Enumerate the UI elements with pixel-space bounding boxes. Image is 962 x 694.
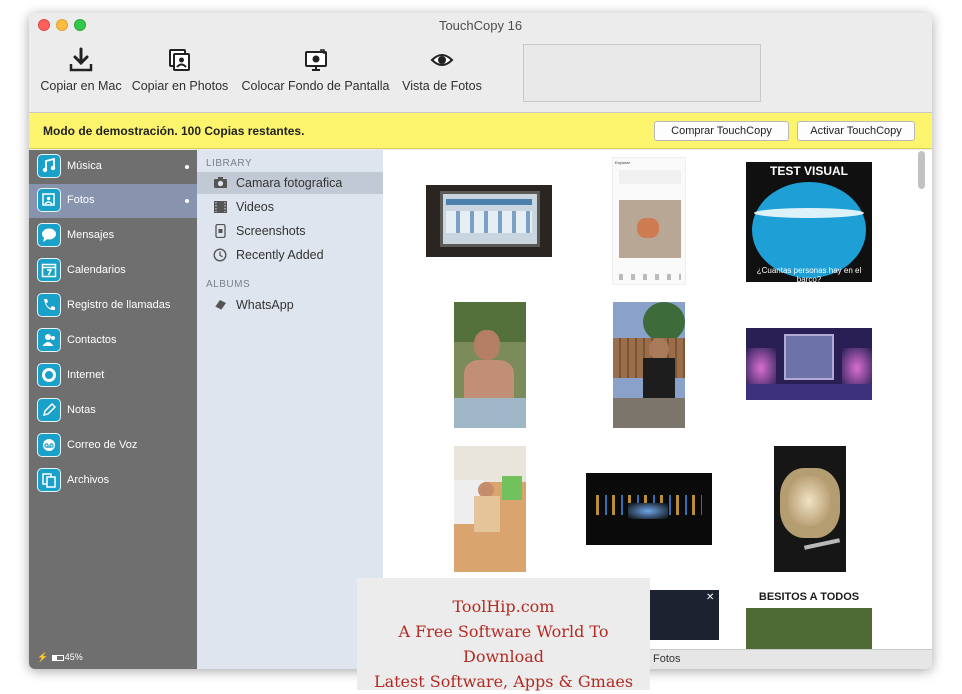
sidebar-item-fotos[interactable]: Fotos bbox=[29, 184, 197, 218]
sidebar-item-label: Música bbox=[67, 160, 102, 172]
sidebar-item-internet[interactable]: Internet bbox=[29, 359, 197, 393]
test-visual-question: ¿Cuantas personas hay en el barco? bbox=[756, 266, 862, 282]
albums-heading: ALBUMS bbox=[206, 279, 251, 290]
photo-thumbnail[interactable]: TEST VISUAL ¿Cuantas personas hay en el … bbox=[746, 162, 872, 282]
sidebar-item-label: Correo de Voz bbox=[67, 439, 138, 451]
library-item-label: Camara fotografica bbox=[236, 176, 343, 190]
besitos-caption: BESITOS A TODOS bbox=[758, 591, 860, 603]
calendar-icon bbox=[37, 258, 61, 282]
device-status-box bbox=[523, 44, 761, 102]
library-item-label: Recently Added bbox=[236, 248, 324, 262]
wallpaper-icon bbox=[304, 49, 327, 71]
copy-to-photos-label: Copiar en Photos bbox=[131, 79, 229, 93]
photos-icon bbox=[169, 49, 190, 71]
library-heading: LIBRARY bbox=[206, 158, 253, 169]
sidebar-item-archivos[interactable]: Archivos bbox=[29, 464, 197, 498]
photo-thumbnail[interactable] bbox=[426, 185, 552, 257]
eye-icon bbox=[430, 54, 454, 66]
sidebar-item-label: Registro de llamadas bbox=[67, 299, 171, 311]
view-photos-button[interactable]: Vista de Fotos bbox=[398, 47, 486, 93]
album-item-label: WhatsApp bbox=[236, 298, 294, 312]
sidebar-item-correo-de-voz[interactable]: Correo de Voz bbox=[29, 429, 197, 463]
clock-icon bbox=[213, 248, 227, 262]
photo-thumbnail[interactable] bbox=[454, 446, 526, 572]
sidebar-item-registro-de-llamadas[interactable]: Registro de llamadas bbox=[29, 289, 197, 323]
copy-to-mac-button[interactable]: Copiar en Mac bbox=[35, 47, 127, 93]
library-item-label: Screenshots bbox=[236, 224, 306, 238]
sidebar-item-mensajes[interactable]: Mensajes bbox=[29, 219, 197, 253]
watermark-overlay: ToolHip.com A Free Software World To Dow… bbox=[357, 578, 650, 691]
voicemail-icon bbox=[37, 433, 61, 457]
library-item-label: Videos bbox=[236, 200, 274, 214]
photo-gallery: Explorar TEST VISUAL ¿Cuantas personas h… bbox=[383, 150, 932, 649]
category-sidebar: Música Fotos Mensajes Calendarios Regist… bbox=[29, 150, 197, 669]
phone-icon bbox=[37, 293, 61, 317]
message-icon bbox=[37, 223, 61, 247]
files-icon bbox=[37, 468, 61, 492]
photo-thumbnail[interactable] bbox=[613, 302, 685, 428]
photo-thumbnail[interactable]: Explorar bbox=[612, 157, 686, 285]
film-icon bbox=[214, 201, 227, 213]
sidebar-item-musica[interactable]: Música bbox=[29, 150, 197, 184]
sync-dot bbox=[185, 199, 189, 203]
photo-icon bbox=[37, 188, 61, 212]
set-wallpaper-label: Colocar Fondo de Pantalla bbox=[241, 79, 390, 93]
sidebar-item-label: Archivos bbox=[67, 474, 110, 486]
watermark-line-3: Latest Software, Apps & Gmaes bbox=[373, 672, 634, 691]
demo-banner: Modo de demostración. 100 Copias restant… bbox=[29, 113, 932, 149]
window-title: TouchCopy 16 bbox=[438, 18, 523, 33]
library-item-camara-fotografica[interactable]: Camara fotografica bbox=[197, 172, 383, 194]
watermark-line-1: ToolHip.com bbox=[452, 597, 555, 616]
app-window: TouchCopy 16 Copiar en Mac Copiar en Pho… bbox=[29, 13, 932, 669]
copy-to-mac-label: Copiar en Mac bbox=[40, 79, 122, 93]
battery-icon bbox=[51, 654, 64, 661]
music-icon bbox=[37, 154, 61, 178]
battery-indicator: ⚡ 45% bbox=[37, 652, 83, 663]
phone-screen-icon bbox=[215, 224, 226, 238]
sidebar-item-label: Calendarios bbox=[67, 264, 126, 276]
screenshot-caption: Explorar bbox=[615, 160, 630, 165]
sidebar-item-label: Notas bbox=[67, 404, 96, 416]
sidebar-item-calendarios[interactable]: Calendarios bbox=[29, 254, 197, 288]
library-item-recently-added[interactable]: Recently Added bbox=[197, 244, 383, 266]
library-item-videos[interactable]: Videos bbox=[197, 196, 383, 218]
titlebar: TouchCopy 16 Copiar en Mac Copiar en Pho… bbox=[29, 13, 932, 113]
contacts-icon bbox=[37, 328, 61, 352]
activate-touchcopy-button[interactable]: Activar TouchCopy bbox=[797, 121, 915, 141]
library-item-screenshots[interactable]: Screenshots bbox=[197, 220, 383, 242]
album-item-whatsapp[interactable]: WhatsApp bbox=[197, 294, 383, 316]
sidebar-item-label: Internet bbox=[67, 369, 105, 381]
internet-icon bbox=[37, 363, 61, 387]
sidebar-item-label: Fotos bbox=[67, 194, 95, 206]
charging-icon: ⚡ bbox=[37, 652, 49, 662]
view-photos-label: Vista de Fotos bbox=[402, 79, 482, 93]
sync-dot bbox=[185, 165, 189, 169]
photo-thumbnail[interactable] bbox=[586, 473, 712, 545]
close-icon: ✕ bbox=[706, 592, 715, 603]
buy-touchcopy-button[interactable]: Comprar TouchCopy bbox=[654, 121, 789, 141]
download-icon bbox=[69, 47, 93, 72]
photo-thumbnail[interactable] bbox=[746, 328, 872, 400]
sidebar-item-label: Mensajes bbox=[67, 229, 115, 241]
battery-percent: 45% bbox=[64, 652, 83, 662]
sidebar-item-notas[interactable]: Notas bbox=[29, 394, 197, 428]
watermark-line-2: A Free Software World To Download bbox=[398, 622, 609, 666]
photo-library-panel: LIBRARY Camara fotografica Videos Screen… bbox=[197, 150, 383, 669]
copy-to-photos-button[interactable]: Copiar en Photos bbox=[129, 47, 231, 93]
set-wallpaper-button[interactable]: Colocar Fondo de Pantalla bbox=[238, 47, 393, 93]
camera-icon bbox=[214, 177, 227, 188]
pencil-icon bbox=[37, 398, 61, 422]
sidebar-item-label: Contactos bbox=[67, 334, 117, 346]
photo-thumbnail[interactable] bbox=[454, 302, 526, 428]
photo-thumbnail[interactable] bbox=[774, 446, 846, 572]
gallery-scrollbar[interactable] bbox=[918, 151, 925, 189]
demo-banner-text: Modo de demostración. 100 Copias restant… bbox=[43, 124, 305, 138]
gallery-footer-label: Fotos bbox=[653, 653, 681, 665]
album-icon bbox=[214, 300, 226, 311]
test-visual-title: TEST VISUAL bbox=[769, 164, 848, 178]
photo-thumbnail[interactable]: BESITOS A TODOS bbox=[746, 590, 872, 649]
sidebar-item-contactos[interactable]: Contactos bbox=[29, 324, 197, 358]
